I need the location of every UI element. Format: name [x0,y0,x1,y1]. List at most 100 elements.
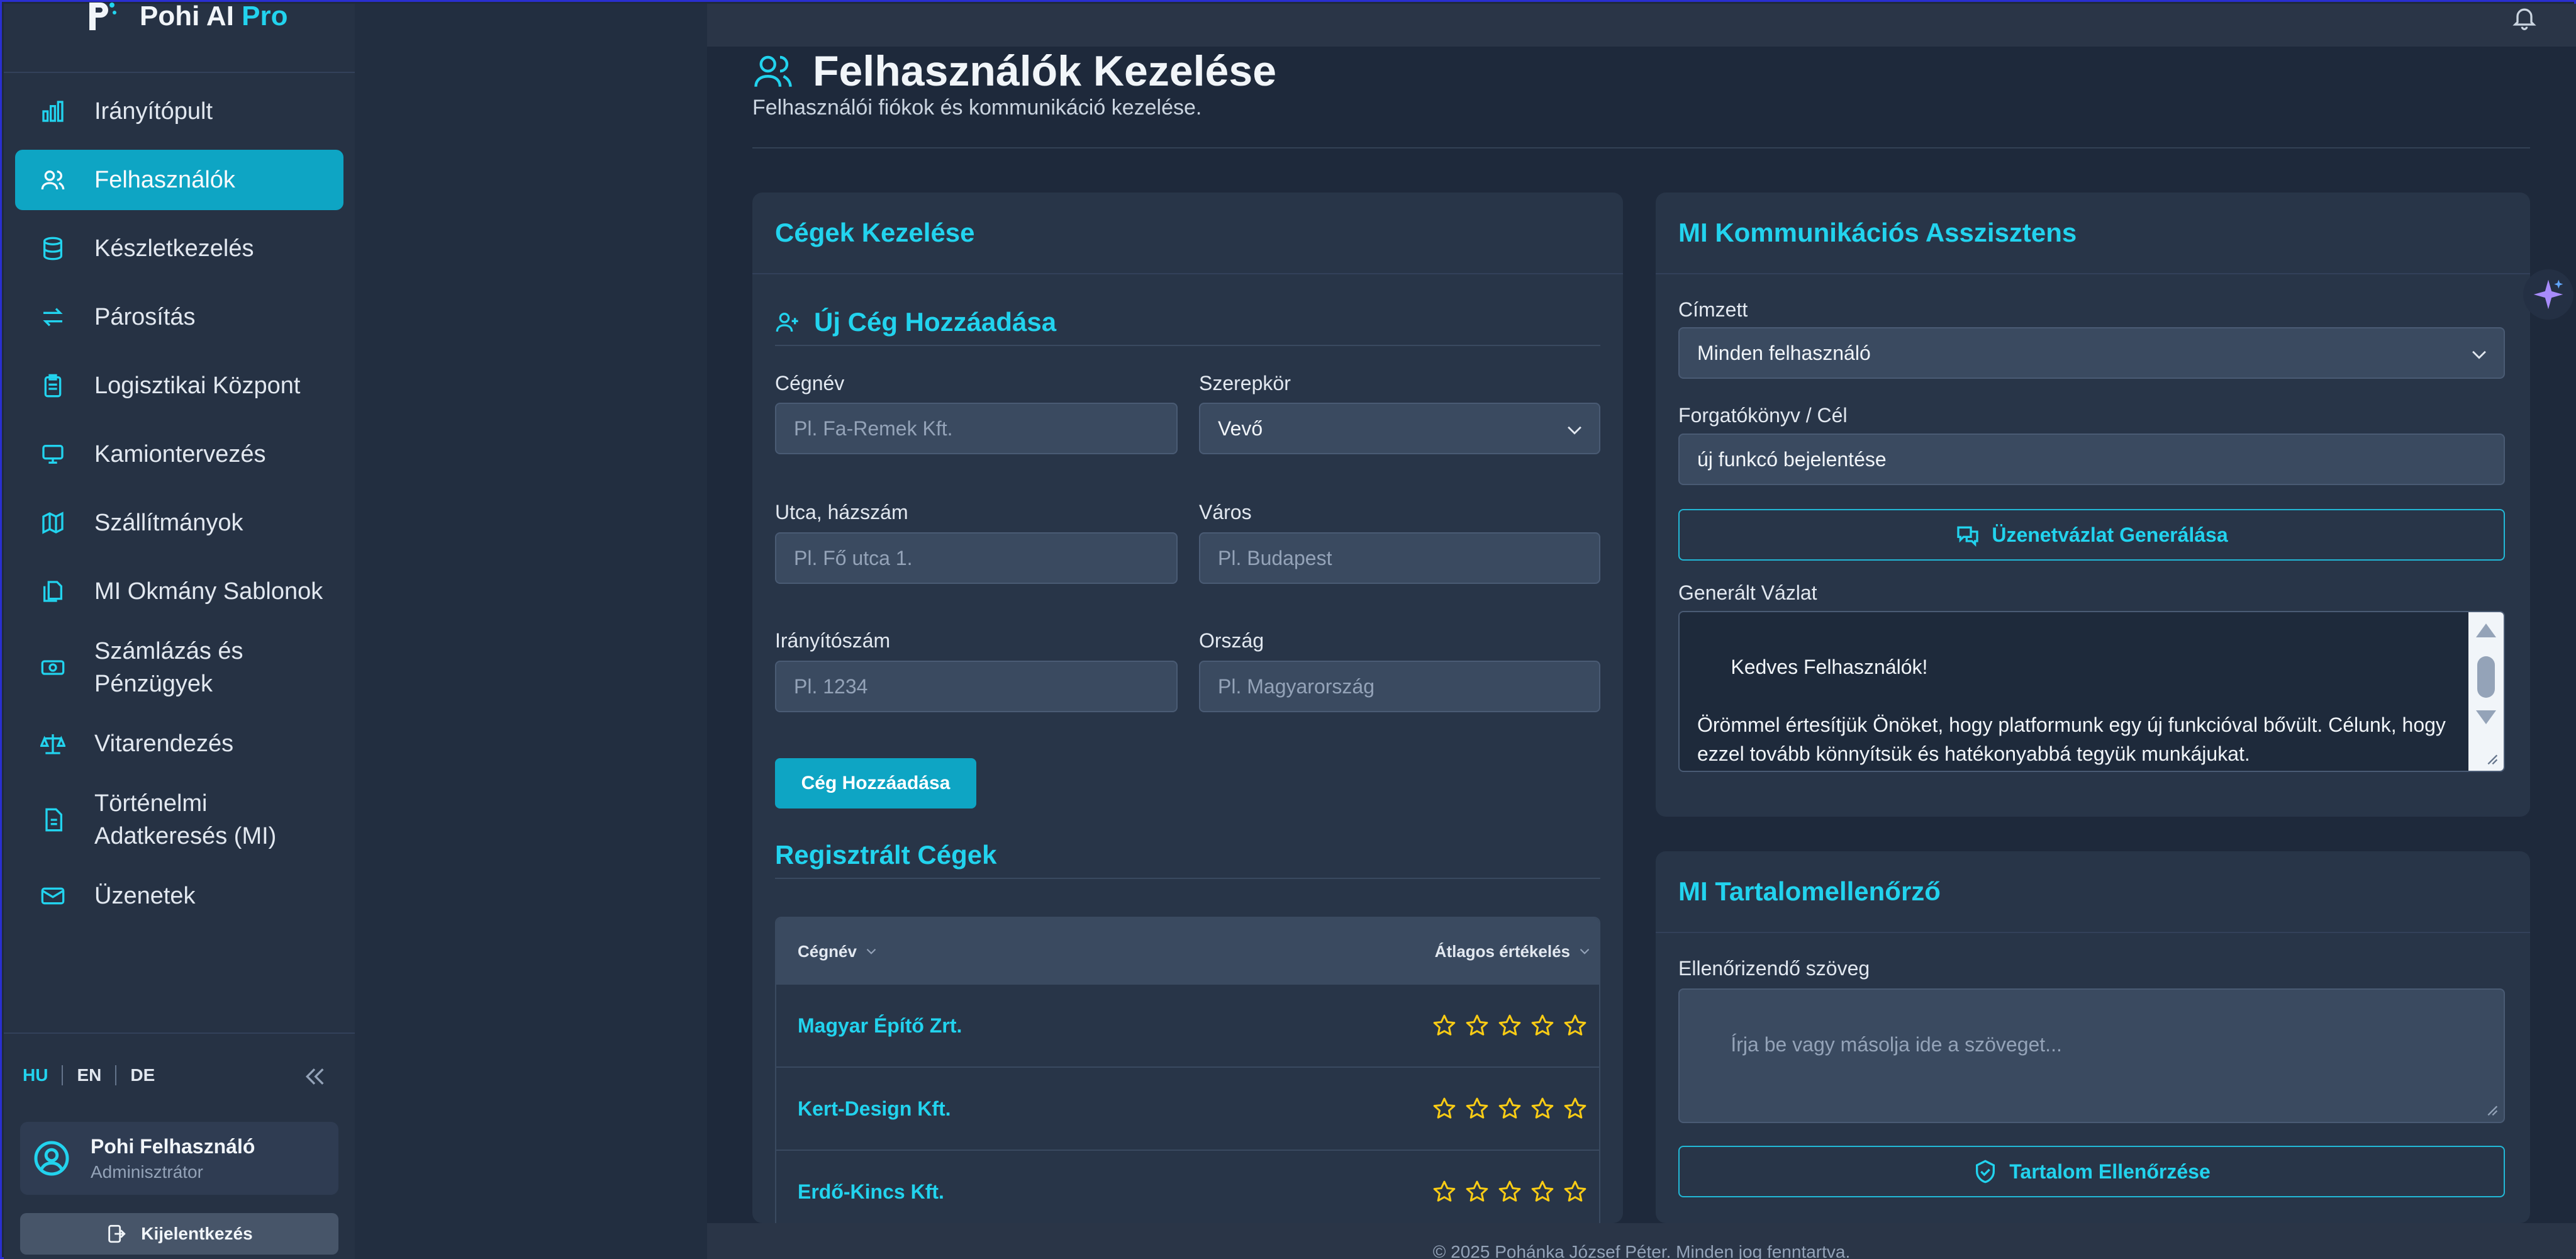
check-text-label: Ellenőrizendő szöveg [1678,957,1870,980]
check-textarea-placeholder: Írja be vagy másolja ide a szöveget... [1731,1033,2062,1056]
company-name[interactable]: Magyar Építő Zrt. [798,1014,962,1038]
top-bar [707,4,2576,47]
lang-hu[interactable]: HU [23,1065,64,1085]
star-icon[interactable] [1530,1096,1555,1121]
sidebar-item-label: Vitarendezés [94,730,234,757]
footer: © 2025 Pohánka József Péter. Minden jog … [707,1223,2576,1259]
logout-label: Kijelentkezés [141,1224,253,1243]
lang-en[interactable]: EN [63,1065,117,1085]
chevron-down-icon [2472,350,2486,359]
star-icon[interactable] [1432,1096,1457,1121]
sort-icon [866,948,876,954]
bell-icon[interactable] [2511,4,2538,31]
star-icon[interactable] [1497,1096,1522,1121]
star-icon[interactable] [1563,1096,1588,1121]
table-row[interactable]: Kert-Design Kft. [776,1068,1599,1151]
star-icon[interactable] [1464,1179,1490,1204]
companies-card: Cégek Kezelése Új Cég Hozzáadása Cégnév … [752,193,1623,1231]
brand[interactable]: Pohi AI Pro [4,1,355,73]
star-icon[interactable] [1464,1013,1490,1038]
recipient-select-value: Minden felhasználó [1697,341,1871,364]
mail-icon [41,887,65,905]
page-header: Felhasználók Kezelése Felhasználói fióko… [752,47,2530,148]
star-icon[interactable] [1432,1179,1457,1204]
documents-icon [43,581,62,602]
role-select[interactable]: Vevő [1199,403,1600,454]
country-label: Ország [1199,629,1264,652]
user-name: Pohi Felhasználó [91,1134,255,1158]
sidebar: Pohi AI Pro Irányítópult Felhasználók Ké… [4,1,355,1259]
column-company-name[interactable]: Cégnév [798,942,879,961]
rating-stars [1424,1013,1588,1038]
draft-textarea[interactable]: Kedves Felhasználók! Örömmel értesítjük … [1678,611,2505,772]
star-icon[interactable] [1432,1013,1457,1038]
star-icon[interactable] [1497,1179,1522,1204]
zip-label: Irányítószám [775,629,891,652]
draft-label: Generált Vázlat [1678,581,1817,604]
shield-check-icon [1976,1160,1995,1183]
check-textarea[interactable]: Írja be vagy másolja ide a szöveget... [1678,988,2505,1123]
company-name[interactable]: Erdő-Kincs Kft. [798,1180,944,1204]
sidebar-footer: HU EN DE Pohi Felhasználó Adminisztrátor… [4,1032,355,1259]
lang-de[interactable]: DE [116,1065,169,1085]
sidebar-item-label: Irányítópult [94,98,213,125]
logout-icon [108,1224,126,1243]
language-switcher: HU EN DE [23,1065,169,1085]
add-company-heading: Új Cég Hozzáadása [775,299,1600,346]
registered-companies-heading: Regisztrált Cégek [775,832,1600,879]
sidebar-item-users[interactable]: Felhasználók [15,150,343,210]
country-input[interactable]: Pl. Magyarország [1199,661,1600,712]
user-role: Adminisztrátor [91,1161,203,1182]
add-company-button[interactable]: Cég Hozzáadása [775,758,976,809]
star-icon[interactable] [1530,1179,1555,1204]
sidebar-item-billing[interactable]: Számlázás és Pénzügyek [15,630,343,705]
company-name[interactable]: Kert-Design Kft. [798,1097,951,1121]
database-icon [43,237,62,260]
star-icon[interactable] [1563,1013,1588,1038]
zip-input[interactable]: Pl. 1234 [775,661,1178,712]
user-card[interactable]: Pohi Felhasználó Adminisztrátor [20,1122,338,1195]
sidebar-item-matching[interactable]: Párosítás [15,287,343,347]
draft-scrollbar[interactable] [2468,612,2504,771]
city-input[interactable]: Pl. Budapest [1199,532,1600,584]
clipboard-icon [44,374,62,398]
star-icon[interactable] [1464,1096,1490,1121]
resize-handle-icon[interactable] [2482,1100,2500,1118]
recipient-select[interactable]: Minden felhasználó [1678,327,2505,379]
checker-card-title: MI Tartalomellenőrző [1656,851,2530,933]
star-icon[interactable] [1497,1013,1522,1038]
sidebar-item-history-search[interactable]: Történelmi Adatkeresés (MI) [15,782,343,858]
role-select-value: Vevő [1218,417,1263,440]
sidebar-item-shipments[interactable]: Szállítmányok [15,493,343,553]
street-input[interactable]: Pl. Fő utca 1. [775,532,1178,584]
street-label: Utca, házszám [775,501,908,523]
ai-assistant-fab[interactable] [2523,269,2573,320]
resize-handle-icon[interactable] [2482,749,2500,767]
script-label: Forgatókönyv / Cél [1678,404,1848,427]
table-row[interactable]: Erdő-Kincs Kft. [776,1151,1599,1230]
users-icon [754,55,792,87]
table-row[interactable]: Magyar Építő Zrt. [776,985,1599,1068]
star-icon[interactable] [1530,1013,1555,1038]
sidebar-item-label: MI Okmány Sablonok [94,578,323,605]
sidebar-item-logistics[interactable]: Logisztikai Központ [15,355,343,416]
city-label: Város [1199,501,1252,523]
assistant-card-title: MI Kommunikációs Asszisztens [1656,193,2530,274]
sidebar-item-truck-planning[interactable]: Kamiontervezés [15,424,343,484]
collapse-sidebar-icon[interactable] [302,1064,327,1089]
sidebar-item-document-templates[interactable]: MI Okmány Sablonok [15,561,343,622]
script-input[interactable]: új funkcó bejelentése [1678,434,2505,485]
company-name-input[interactable]: Pl. Fa-Remek Kft. [775,403,1178,454]
sidebar-item-disputes[interactable]: Vitarendezés [15,713,343,774]
check-content-button[interactable]: Tartalom Ellenőrzése [1678,1146,2505,1197]
column-average-rating[interactable]: Átlagos értékelés [1435,942,1593,961]
sidebar-item-messages[interactable]: Üzenetek [15,866,343,926]
sidebar-item-inventory[interactable]: Készletkezelés [15,218,343,279]
copyright-text: © 2025 Pohánka József Péter. Minden jog … [1432,1242,1851,1259]
star-icon[interactable] [1563,1179,1588,1204]
user-plus-icon [776,313,798,332]
communication-assistant-card: MI Kommunikációs Asszisztens Címzett Min… [1656,193,2530,817]
sidebar-item-dashboard[interactable]: Irányítópult [15,81,343,142]
generate-draft-button[interactable]: Üzenetvázlat Generálása [1678,509,2505,561]
logout-button[interactable]: Kijelentkezés [20,1213,338,1255]
